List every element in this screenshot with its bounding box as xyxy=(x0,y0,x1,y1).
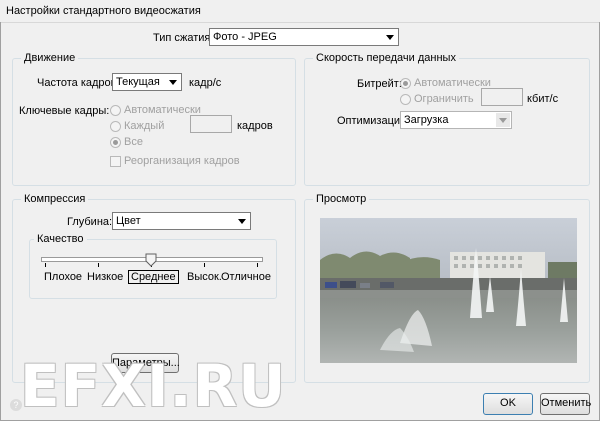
depth-label: Глубина: xyxy=(67,216,113,228)
compression-group-label: Компрессия xyxy=(21,193,89,205)
quality-level-low: Низкое xyxy=(87,271,124,283)
window-title: Настройки стандартного видеосжатия xyxy=(6,5,201,17)
bitrate-limit-radio[interactable] xyxy=(400,94,411,105)
chevron-down-icon[interactable] xyxy=(383,30,397,44)
bitrate-auto-radio[interactable] xyxy=(400,78,411,89)
quality-level-best: Отличное xyxy=(221,271,271,283)
frame-rate-select[interactable]: Текущая xyxy=(112,73,182,91)
frame-reorder-label: Реорганизация кадров xyxy=(124,155,240,167)
quality-tick xyxy=(98,263,99,267)
bitrate-limit-input[interactable] xyxy=(481,88,523,106)
bitrate-auto-label: Автоматически xyxy=(414,77,491,89)
keyframes-all-radio[interactable] xyxy=(110,137,121,148)
chevron-down-icon[interactable] xyxy=(166,75,180,89)
optimize-value: Загрузка xyxy=(404,114,449,126)
quality-slider-thumb[interactable] xyxy=(145,253,157,267)
compression-type-select[interactable]: Фото - JPEG xyxy=(209,28,399,46)
quality-level-medium: Среднее xyxy=(128,270,179,284)
quality-tick xyxy=(45,263,46,267)
depth-select[interactable]: Цвет xyxy=(112,212,251,230)
quality-tick xyxy=(257,263,258,267)
preview-group-label: Просмотр xyxy=(313,193,370,205)
cancel-button[interactable]: Отменить xyxy=(540,393,591,415)
frame-rate-unit: кадр/с xyxy=(189,77,222,89)
chevron-down-icon[interactable] xyxy=(235,214,249,228)
depth-value: Цвет xyxy=(116,215,141,227)
compression-type-label: Тип сжатия: xyxy=(153,32,214,44)
optimize-label: Оптимизация: xyxy=(337,115,410,127)
keyframes-count-input[interactable] xyxy=(190,115,232,133)
frame-reorder-checkbox[interactable] xyxy=(110,156,121,167)
keyframes-every-radio[interactable] xyxy=(110,121,121,132)
frame-rate-label: Частота кадров: xyxy=(37,77,120,89)
quality-level-high: Высок. xyxy=(187,271,222,283)
keyframes-auto-radio[interactable] xyxy=(110,105,121,116)
chevron-down-icon[interactable] xyxy=(496,113,510,127)
bitrate-limit-label: Ограничить xyxy=(414,93,474,105)
preview-fountain-image xyxy=(320,218,577,363)
watermark: EFXI.RU xyxy=(20,352,287,420)
title-bar: Настройки стандартного видеосжатия xyxy=(0,0,600,23)
quality-tick xyxy=(204,263,205,267)
keyframes-every-label: Каждый xyxy=(124,120,165,132)
frame-rate-value: Текущая xyxy=(116,76,160,88)
quality-group-label: Качество xyxy=(34,233,87,245)
preview-image xyxy=(320,218,577,363)
data-rate-group-label: Скорость передачи данных xyxy=(313,52,459,64)
keyframes-unit: кадров xyxy=(237,120,273,132)
keyframes-label: Ключевые кадры: xyxy=(19,105,110,117)
compression-type-value: Фото - JPEG xyxy=(213,31,277,43)
quality-group: Качество xyxy=(29,233,277,299)
ok-button[interactable]: OK xyxy=(483,393,533,415)
quality-level-poor: Плохое xyxy=(44,271,83,283)
optimize-select[interactable]: Загрузка xyxy=(400,111,512,129)
motion-group-label: Движение xyxy=(21,52,79,64)
bitrate-unit: кбит/с xyxy=(527,93,559,105)
bitrate-label: Битрейт: xyxy=(357,78,402,90)
keyframes-all-label: Все xyxy=(124,136,143,148)
